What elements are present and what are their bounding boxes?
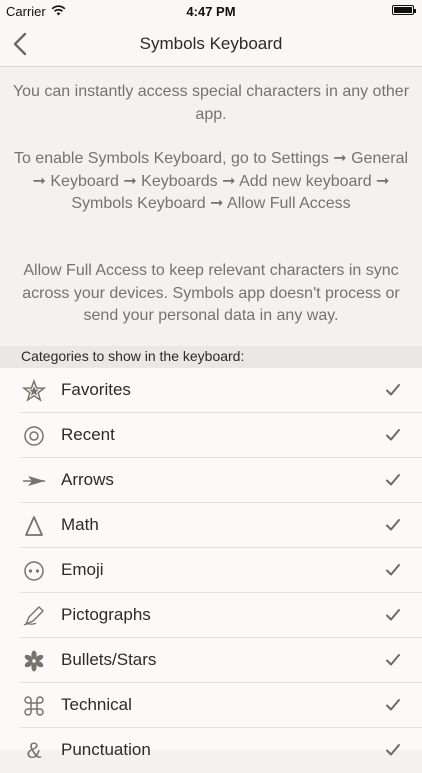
category-row-emoji[interactable]: Emoji: [0, 548, 422, 593]
category-row-bullets-stars[interactable]: Bullets/Stars: [0, 638, 422, 683]
checkmark-icon: [386, 384, 400, 396]
info-panel: You can instantly access special charact…: [0, 67, 422, 346]
checkmark-icon: [386, 744, 400, 756]
category-row-recent[interactable]: Recent: [0, 413, 422, 458]
checkmark-icon: [386, 699, 400, 711]
checkmark-icon: [386, 429, 400, 441]
command-icon: [22, 694, 46, 718]
info-privacy-text: Allow Full Access to keep relevant chara…: [22, 262, 400, 324]
checkmark-icon: [386, 609, 400, 621]
category-label: Pictographs: [61, 605, 151, 624]
category-row-technical[interactable]: Technical: [0, 683, 422, 728]
category-row-punctuation[interactable]: & Punctuation: [0, 728, 422, 773]
category-label: Bullets/Stars: [61, 650, 157, 669]
category-row-favorites[interactable]: Favorites: [0, 368, 422, 413]
delta-icon: [22, 514, 46, 538]
battery-level: [394, 7, 412, 13]
category-label: Technical: [61, 695, 132, 714]
ampersand-icon: &: [26, 738, 42, 763]
category-label: Favorites: [61, 380, 131, 399]
navigation-bar: Symbols Keyboard: [0, 22, 422, 67]
face-icon: [22, 559, 46, 583]
section-header-label: Categories to show in the keyboard:: [21, 348, 245, 364]
status-time: 4:47 PM: [186, 4, 236, 19]
checkmark-icon: [386, 519, 400, 531]
category-row-pictographs[interactable]: Pictographs: [0, 593, 422, 638]
checkmark-icon: [386, 654, 400, 666]
checkmark-icon: [386, 474, 400, 486]
info-instructions-text: To enable Symbols Keyboard, go to Settin…: [13, 150, 409, 212]
category-label: Recent: [61, 425, 115, 444]
category-row-math[interactable]: Math: [0, 503, 422, 548]
pen-icon: [22, 604, 46, 628]
asterisk-icon: [22, 649, 46, 673]
category-row-arrows[interactable]: Arrows: [0, 458, 422, 503]
categories-list: Favorites Recent Arrows Math Emoji Picto…: [0, 368, 422, 763]
category-label: Emoji: [61, 560, 104, 579]
target-icon: [22, 424, 46, 448]
category-label: Arrows: [61, 470, 114, 489]
info-intro-text: You can instantly access special charact…: [12, 83, 410, 123]
page-title: Symbols Keyboard: [139, 34, 283, 53]
checkmark-icon: [386, 564, 400, 576]
category-label: Math: [61, 515, 99, 534]
arrow-icon: [22, 469, 46, 493]
status-bar: Carrier 4:47 PM: [0, 0, 422, 22]
battery-icon: [392, 5, 416, 15]
star-icon: [22, 379, 46, 403]
categories-section-header: Categories to show in the keyboard:: [0, 346, 422, 368]
category-label: Punctuation: [61, 740, 151, 759]
